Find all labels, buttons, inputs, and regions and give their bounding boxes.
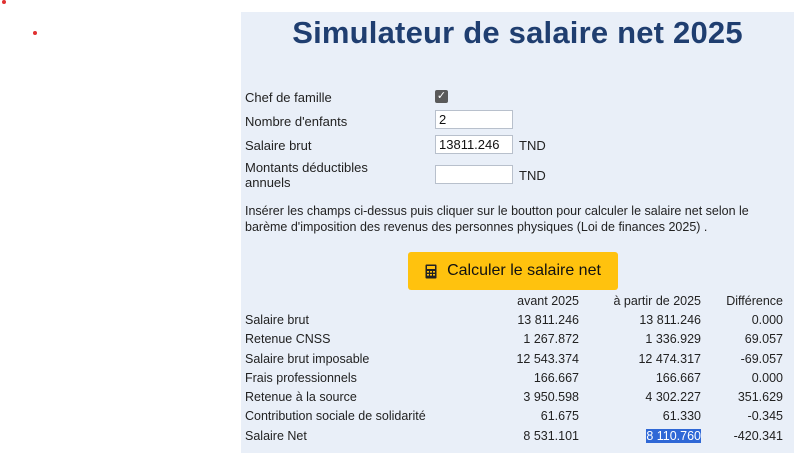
montants-deductibles-input[interactable] bbox=[435, 165, 513, 184]
table-row: Salaire brut imposable 12 543.374 12 474… bbox=[243, 349, 783, 368]
salaire-brut-input[interactable] bbox=[435, 135, 513, 154]
simulator-panel: Simulateur de salaire net 2025 Chef de f… bbox=[241, 12, 794, 453]
salaire-brut-unit: TND bbox=[519, 138, 546, 153]
table-row: Salaire Net 8 531.101 8 110.760 -420.341 bbox=[243, 426, 783, 445]
avant-value: 1 267.872 bbox=[523, 332, 579, 347]
red-dot-marker bbox=[2, 0, 6, 4]
montants-deductibles-label-line1: Montants déductibles bbox=[245, 160, 368, 175]
chef-famille-checkbox[interactable]: ✓ bbox=[435, 90, 448, 103]
table-row: Contribution sociale de solidarité 61.67… bbox=[243, 407, 783, 426]
results-header-difference: Différence bbox=[726, 293, 783, 308]
difference-value: 351.629 bbox=[737, 390, 783, 405]
row-label: Retenue à la source bbox=[245, 390, 357, 405]
apartir-value: 1 336.929 bbox=[645, 332, 701, 347]
page-title: Simulateur de salaire net 2025 bbox=[292, 15, 743, 50]
red-dot-marker bbox=[33, 31, 37, 35]
results-header-row: avant 2025 à partir de 2025 Différence bbox=[243, 291, 783, 310]
nombre-enfants-label: Nombre d'enfants bbox=[245, 114, 348, 129]
difference-value: 0.000 bbox=[751, 370, 783, 385]
table-row: Salaire brut 13 811.246 13 811.246 0.000 bbox=[243, 310, 783, 329]
row-label: Salaire Net bbox=[245, 428, 307, 443]
salaire-brut-label: Salaire brut bbox=[245, 138, 312, 153]
avant-value: 13 811.246 bbox=[517, 312, 579, 327]
apartir-value: 13 811.246 bbox=[639, 312, 701, 327]
calculer-salaire-button[interactable]: Calculer le salaire net bbox=[408, 252, 618, 290]
row-label: Frais professionnels bbox=[245, 370, 357, 385]
results-header-avant: avant 2025 bbox=[517, 293, 579, 308]
row-label: Salaire brut imposable bbox=[245, 351, 370, 366]
difference-value: 0.000 bbox=[751, 312, 783, 327]
calculator-icon bbox=[425, 264, 437, 278]
calculer-salaire-label: Calculer le salaire net bbox=[447, 262, 601, 279]
table-row: Frais professionnels 166.667 166.667 0.0… bbox=[243, 368, 783, 387]
avant-value: 3 950.598 bbox=[523, 390, 579, 405]
apartir-value: 12 474.317 bbox=[638, 351, 701, 366]
montants-deductibles-label-line2: annuels bbox=[245, 175, 291, 190]
table-row: Retenue CNSS 1 267.872 1 336.929 69.057 bbox=[243, 330, 783, 349]
difference-value: 69.057 bbox=[744, 332, 783, 347]
montants-deductibles-unit: TND bbox=[519, 168, 546, 183]
results-table: avant 2025 à partir de 2025 Différence S… bbox=[243, 291, 783, 445]
avant-value: 12 543.374 bbox=[516, 351, 579, 366]
results-header-apartir: à partir de 2025 bbox=[613, 293, 701, 308]
nombre-enfants-input[interactable] bbox=[435, 110, 513, 129]
instructions-text: Insérer les champs ci-dessus puis clique… bbox=[245, 204, 749, 234]
row-label: Retenue CNSS bbox=[245, 332, 331, 347]
difference-value: -0.345 bbox=[747, 409, 783, 424]
row-label: Contribution sociale de solidarité bbox=[245, 409, 426, 424]
montants-deductibles-label: Montants déductibles annuels bbox=[245, 160, 368, 190]
avant-value: 61.675 bbox=[540, 409, 579, 424]
table-row: Retenue à la source 3 950.598 4 302.227 … bbox=[243, 387, 783, 406]
apartir-value: 4 302.227 bbox=[645, 390, 701, 405]
selected-net-value[interactable]: 8 110.760 bbox=[646, 428, 701, 443]
apartir-value: 8 110.760 bbox=[579, 426, 701, 445]
results-header-empty bbox=[243, 291, 493, 310]
avant-value: 8 531.101 bbox=[523, 428, 579, 443]
avant-value: 166.667 bbox=[533, 370, 579, 385]
difference-value: -69.057 bbox=[740, 351, 783, 366]
difference-value: -420.341 bbox=[733, 428, 783, 443]
apartir-value: 61.330 bbox=[662, 409, 701, 424]
chef-famille-label: Chef de famille bbox=[245, 90, 332, 105]
apartir-value: 166.667 bbox=[655, 370, 701, 385]
row-label: Salaire brut bbox=[245, 312, 309, 327]
